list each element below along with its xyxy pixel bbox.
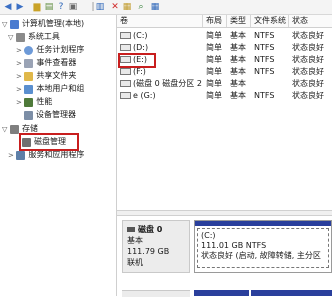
volume-row[interactable]: (C:) 简单 基本 NTFS 状态良好 <box>117 30 332 42</box>
tree-item-shared-folders[interactable]: > 共享文件夹 <box>16 70 76 82</box>
expand-icon[interactable]: > <box>8 152 14 160</box>
tree-item-computer-management[interactable]: ▽ 计算机管理(本地) <box>2 18 84 30</box>
clock-icon <box>24 45 34 55</box>
expand-icon[interactable]: > <box>16 47 22 55</box>
column-header-type[interactable]: 类型 <box>227 15 251 27</box>
event-icon <box>24 58 34 68</box>
volume-icon <box>120 92 131 99</box>
storage-icon <box>9 124 19 134</box>
column-header-filesystem[interactable]: 文件系统 <box>251 15 289 27</box>
refresh-icon[interactable]: ▦ <box>122 2 132 12</box>
volume-icon <box>120 32 131 39</box>
users-icon <box>24 84 34 94</box>
back-icon[interactable]: ◀ <box>3 2 13 12</box>
navigation-tree: ▽ 计算机管理(本地) ▽ 系统工具 > 任务计划程序 > 事件查看器 > 共享… <box>0 15 117 296</box>
column-header-layout[interactable]: 布局 <box>203 15 227 27</box>
properties-sheet-icon[interactable]: ▥ <box>95 2 105 12</box>
partition-bar <box>195 221 331 226</box>
properties-icon[interactable]: ▤ <box>44 2 54 12</box>
column-header-status[interactable]: 状态 <box>289 15 332 27</box>
tree-item-local-users-groups[interactable]: > 本地用户和组 <box>16 83 84 95</box>
volume-list-header: 卷 布局 类型 文件系统 状态 <box>117 15 332 28</box>
expand-icon[interactable]: ▽ <box>8 34 13 42</box>
expand-icon[interactable]: > <box>16 73 22 81</box>
volume-row[interactable]: e (G:) 简单 基本 NTFS 状态良好 <box>117 90 332 102</box>
expand-icon[interactable]: > <box>16 86 22 94</box>
next-partition-bar[interactable] <box>251 290 332 296</box>
forward-icon[interactable]: ▶ <box>15 2 25 12</box>
volume-icon <box>120 80 131 87</box>
up-folder-icon[interactable]: ▆ <box>32 2 42 12</box>
partition-c[interactable]: (C:) 111.01 GB NTFS 状态良好 (启动, 故障转储, 主分区 <box>194 220 332 273</box>
volume-icon <box>120 44 131 51</box>
tree-item-performance[interactable]: > 性能 <box>16 96 52 108</box>
view-icon[interactable]: ▦ <box>150 2 160 12</box>
expand-icon[interactable]: > <box>16 99 22 107</box>
performance-icon <box>24 97 34 107</box>
tools-icon <box>15 32 25 42</box>
disk-0-label[interactable]: 磁盘 0 基本 111.79 GB 联机 <box>122 220 190 273</box>
tree-item-system-tools[interactable]: ▽ 系统工具 <box>8 31 60 43</box>
volume-row[interactable]: (磁盘 0 磁盘分区 2) 简单 基本 状态良好 <box>117 78 332 90</box>
disk-drive-icon <box>127 227 135 232</box>
disk-map: 磁盘 0 基本 111.79 GB 联机 (C:) 111.01 GB NTFS… <box>122 220 332 297</box>
volume-list: 卷 布局 类型 文件系统 状态 (C:) 简单 基本 NTFS 状态良好 (D:… <box>117 15 332 210</box>
highlight-box <box>19 133 79 151</box>
next-disk-strip <box>122 290 332 297</box>
pane-splitter[interactable] <box>117 210 332 216</box>
computer-icon <box>9 19 19 29</box>
toolbar: ◀ ▶ ▆ ▤ ? ▣ | ▥ ✕ ▦ ⌕ ▦ <box>0 0 332 15</box>
tree-item-device-manager[interactable]: 设备管理器 <box>24 109 76 121</box>
highlight-box <box>118 53 156 68</box>
services-icon <box>16 150 26 160</box>
volume-icon <box>120 68 131 75</box>
tree-item-event-viewer[interactable]: > 事件查看器 <box>16 57 76 69</box>
column-header-volume[interactable]: 卷 <box>117 15 203 27</box>
search-icon[interactable]: ⌕ <box>136 2 146 12</box>
device-icon <box>24 110 33 120</box>
console-icon[interactable]: ▣ <box>68 2 78 12</box>
help-icon[interactable]: ? <box>56 2 66 12</box>
tree-item-task-scheduler[interactable]: > 任务计划程序 <box>16 44 84 56</box>
expand-icon[interactable]: ▽ <box>2 126 7 134</box>
expand-icon[interactable]: ▽ <box>2 21 7 29</box>
expand-icon[interactable]: > <box>16 60 22 68</box>
next-partition-bar[interactable] <box>194 290 249 296</box>
delete-icon[interactable]: ✕ <box>110 2 120 12</box>
folder-icon <box>24 71 34 81</box>
